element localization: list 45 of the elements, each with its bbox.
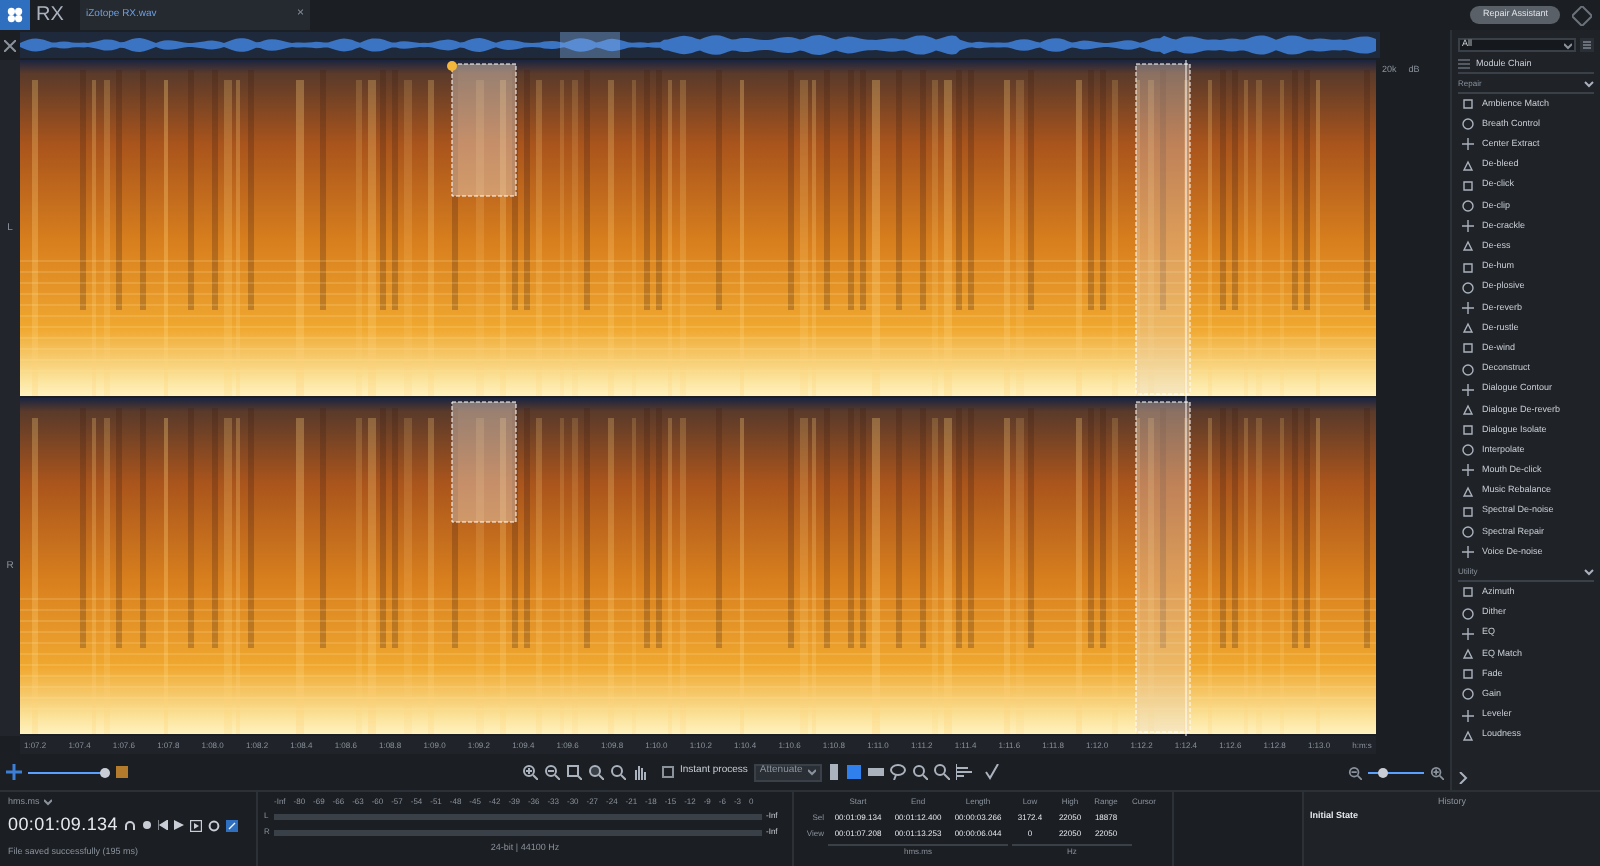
chevron-down-icon (43, 798, 52, 806)
zoom-selection-icon[interactable] (588, 764, 604, 780)
zoom-fit-icon[interactable] (566, 764, 582, 780)
checkmark-icon[interactable] (984, 764, 1001, 780)
headphones-icon[interactable] (123, 819, 136, 832)
lasso-icon[interactable] (890, 764, 907, 780)
collapse-icon[interactable] (4, 39, 16, 51)
loop-icon[interactable] (207, 819, 220, 832)
time-display: 00:01:09.134 (8, 812, 118, 838)
chevron-down-icon (1564, 41, 1572, 49)
play-selection-icon[interactable] (189, 819, 202, 832)
logo-icon (0, 0, 30, 30)
zoom-out-icon[interactable] (544, 764, 560, 780)
skip-back-icon[interactable] (157, 820, 168, 831)
chevron-right-icon[interactable] (1458, 772, 1468, 784)
spectrogram-mode-icon[interactable] (114, 764, 130, 780)
module-icon (1462, 383, 1474, 396)
zoom-in-icon[interactable] (1430, 765, 1444, 779)
chevron-icon (1584, 568, 1594, 577)
waveform-icon[interactable] (6, 764, 22, 780)
time-selection-icon[interactable] (828, 764, 841, 780)
instant-process-checkbox[interactable] (662, 766, 674, 778)
module-icon (1462, 729, 1474, 742)
module-icon (1462, 546, 1474, 559)
zoom-slider[interactable] (28, 767, 108, 777)
list-icon (1458, 58, 1470, 70)
zoom-icon[interactable] (610, 764, 626, 780)
module-icon (1462, 138, 1474, 151)
menu-icon[interactable] (1580, 38, 1594, 52)
diamond-icon[interactable] (1572, 5, 1592, 25)
chevron-icon (1584, 80, 1594, 88)
module-icon (1462, 464, 1474, 477)
chevron-down-icon (808, 768, 817, 776)
frequency-selection-icon[interactable] (868, 764, 885, 780)
record-icon[interactable] (141, 820, 152, 831)
zoom-in-icon[interactable] (522, 764, 538, 780)
spectrogram-drawing[interactable] (20, 60, 1376, 736)
rectangle-selection-icon[interactable] (846, 764, 863, 780)
module-icon (1462, 220, 1474, 233)
module-icon (1462, 627, 1474, 640)
play-icon[interactable] (173, 820, 184, 831)
zoom-out-icon[interactable] (1348, 765, 1362, 779)
module-icon (1462, 709, 1474, 722)
app-logo-text: RX (36, 2, 66, 30)
module-icon (1462, 301, 1474, 314)
